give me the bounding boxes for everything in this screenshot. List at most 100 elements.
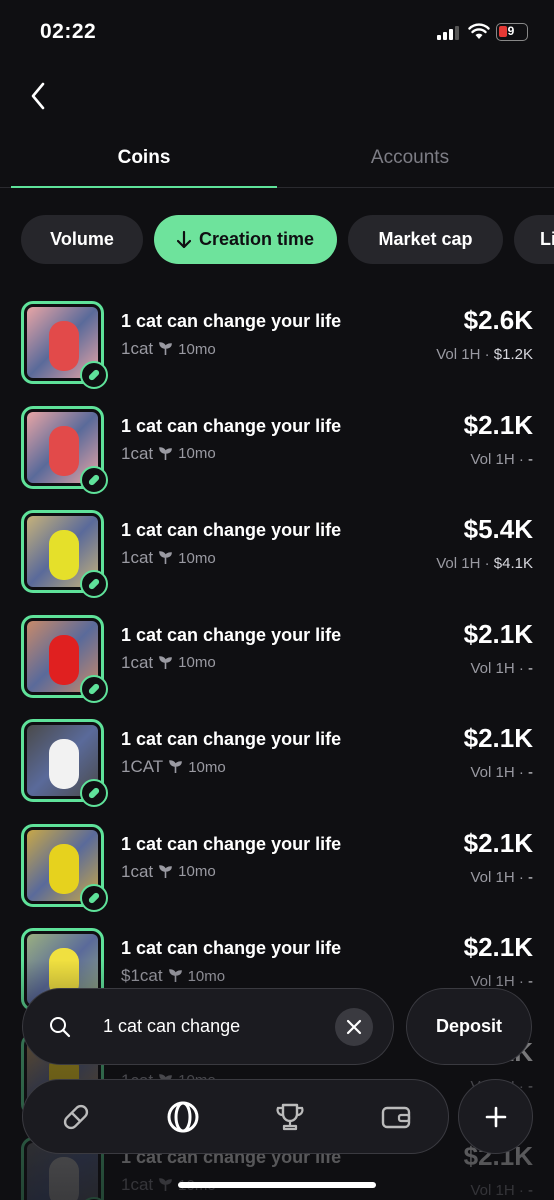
pill-badge-icon: [80, 674, 108, 703]
volume-label: Vol 1H: [436, 555, 481, 572]
plus-icon: [485, 1106, 506, 1127]
coin-age: 10mo: [178, 445, 216, 462]
coin-meta: 1CAT 10mo: [121, 757, 226, 777]
battery-level: 9: [507, 24, 515, 38]
coin-name: 1 cat can change your life: [121, 624, 342, 645]
coin-ticker: 1cat: [121, 548, 154, 567]
coin-row[interactable]: 1 cat can change your life 1CAT 10mo $2.…: [0, 713, 554, 817]
coin-age: 10mo: [188, 758, 226, 776]
wallet-icon: [381, 1106, 411, 1129]
pill-badge-icon: [80, 465, 108, 494]
pill-badge-icon: [80, 361, 108, 389]
chip-liquidity[interactable]: Li: [514, 215, 554, 264]
chip-label: Market cap: [378, 229, 473, 249]
tab-bar: Coins Accounts: [0, 128, 554, 188]
search-bar[interactable]: 1 cat can change: [22, 988, 394, 1065]
coin-meta: 1cat 10mo: [121, 548, 216, 568]
sprout-icon: [159, 446, 172, 461]
volume-label: Vol 1H: [470, 868, 515, 886]
sprout-icon: [159, 864, 172, 879]
coin-age: 10mo: [178, 863, 216, 880]
coin-volume: Vol 1H · -: [470, 868, 533, 886]
tab-coins[interactable]: Coins: [11, 128, 277, 188]
volume-label: Vol 1H: [470, 659, 515, 677]
chevron-left-icon: [31, 82, 45, 110]
home-indicator: [178, 1182, 376, 1188]
close-icon: [346, 1019, 362, 1035]
sprout-icon: [169, 760, 183, 774]
cellular-signal-icon: [437, 26, 459, 40]
coin-volume: Vol 1H · -: [470, 764, 533, 781]
coin-row[interactable]: 1 cat can change your life 1cat 10mo $5.…: [0, 504, 554, 608]
sprout-icon: [159, 342, 172, 356]
status-bar: 02:22 9: [0, 0, 554, 64]
back-button[interactable]: [22, 80, 54, 112]
coin-row[interactable]: 1 cat can change your life 1cat 10mo $2.…: [0, 400, 554, 504]
nav-pill[interactable]: [53, 1094, 99, 1140]
coin-name: 1 cat can change your life: [121, 415, 342, 436]
pill-badge-icon: [80, 570, 108, 598]
deposit-button[interactable]: Deposit: [406, 988, 532, 1065]
coin-name: 1 cat can change your life: [121, 938, 342, 958]
sprout-icon: [159, 655, 172, 670]
volume-label: Vol 1H: [470, 450, 515, 468]
volume-value: $1.2K: [493, 346, 533, 363]
coin-ticker: 1cat: [121, 339, 154, 358]
volume-value: -: [528, 764, 533, 781]
nav-leaderboard[interactable]: [267, 1094, 313, 1140]
coin-name: 1 cat can change your life: [121, 520, 342, 540]
volume-value: -: [528, 659, 533, 677]
chip-label: Volume: [50, 229, 114, 249]
coin-ticker: 1cat: [121, 652, 154, 672]
search-input[interactable]: 1 cat can change: [103, 1016, 240, 1037]
bottom-nav: [22, 1079, 449, 1154]
tab-accounts[interactable]: Accounts: [277, 128, 543, 188]
coin-name: 1 cat can change your life: [121, 311, 342, 331]
coin-meta: 1cat 10mo: [121, 444, 216, 464]
status-time: 02:22: [40, 20, 97, 43]
chip-volume[interactable]: Volume: [21, 215, 143, 264]
coin-ticker: 1CAT: [121, 757, 164, 776]
coin-age: 10mo: [178, 340, 216, 358]
chip-market-cap[interactable]: Market cap: [348, 215, 503, 264]
coin-row[interactable]: 1 cat can change your life 1cat 10mo $2.…: [0, 818, 554, 922]
coin-volume: Vol 1H · -: [470, 450, 533, 468]
orbit-icon: [167, 1101, 199, 1133]
wifi-icon: [468, 23, 490, 39]
volume-value: $4.1K: [493, 555, 533, 572]
nav-home[interactable]: [160, 1094, 206, 1140]
coin-row[interactable]: 1 cat can change your life 1cat 10mo $2.…: [0, 295, 554, 399]
battery-icon: 9: [496, 23, 528, 41]
pill-badge-icon: [80, 883, 108, 912]
coin-volume: Vol 1H · -: [470, 659, 533, 677]
coin-price: $2.1K: [463, 723, 533, 753]
clear-search-button[interactable]: [335, 1008, 373, 1046]
coin-meta: 1cat 10mo: [121, 653, 216, 673]
volume-value: -: [528, 450, 533, 468]
sprout-icon: [159, 551, 172, 565]
chip-creation-time[interactable]: Creation time: [154, 215, 337, 264]
volume-label: Vol 1H: [470, 764, 515, 781]
coin-age: 10mo: [178, 654, 216, 671]
search-icon: [50, 1017, 71, 1038]
nav-wallet[interactable]: [373, 1094, 419, 1140]
coin-meta: 1cat 10mo: [121, 339, 216, 359]
create-button[interactable]: [458, 1079, 533, 1154]
chip-label: Li: [540, 229, 554, 249]
pill-badge-icon: [80, 779, 108, 807]
coin-row[interactable]: 1 cat can change your life 1cat 10mo $2.…: [0, 609, 554, 713]
trophy-icon: [276, 1103, 304, 1131]
pill-icon: [63, 1104, 89, 1130]
chip-label: Creation time: [198, 229, 315, 249]
coin-price: $2.1K: [463, 618, 533, 649]
coin-price: $5.4K: [463, 514, 533, 544]
sort-filter-chips: Volume Creation time Market cap Li: [0, 215, 554, 265]
coin-ticker: 1cat: [121, 443, 154, 463]
coin-price: $2.1K: [463, 932, 533, 962]
arrow-down-icon: [176, 230, 191, 249]
volume-label: Vol 1H: [436, 346, 481, 363]
coin-name: 1 cat can change your life: [121, 833, 342, 854]
coin-age: 10mo: [178, 549, 216, 567]
volume-value: -: [528, 868, 533, 886]
coin-volume: Vol 1H · $4.1K: [436, 555, 533, 572]
